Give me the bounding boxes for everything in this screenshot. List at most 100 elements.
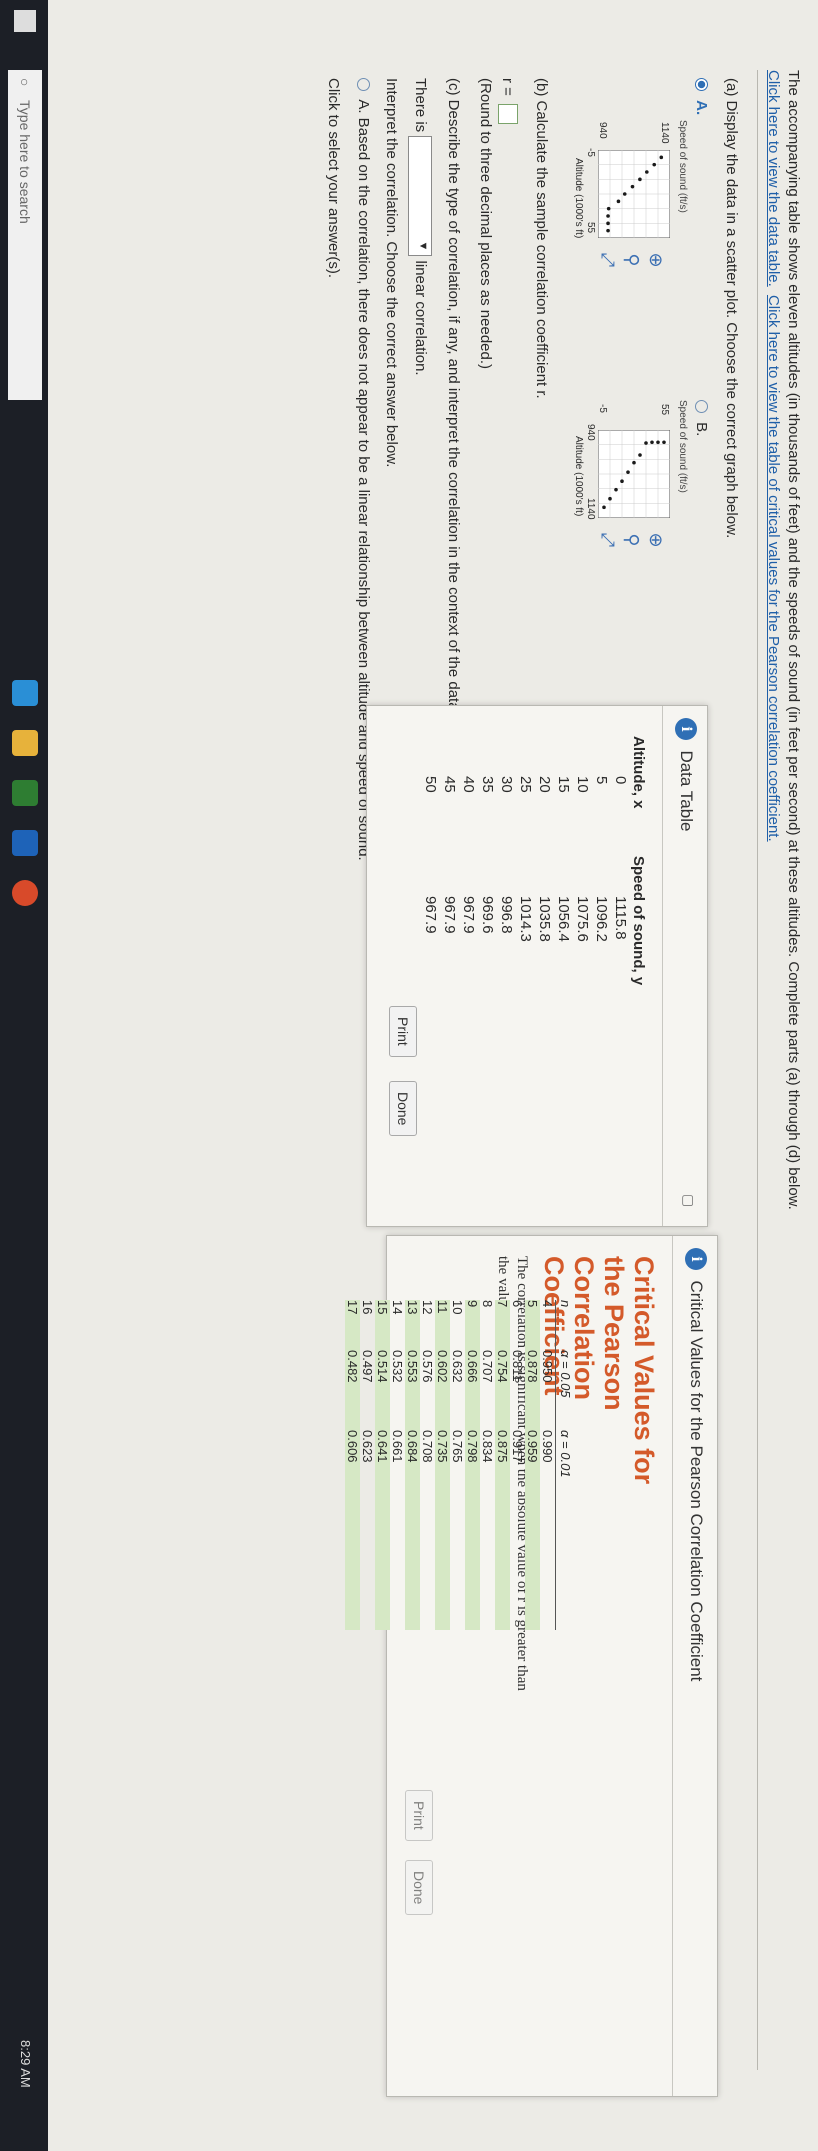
crit-cell-a05: 0.514 (375, 1350, 390, 1383)
crit-row: 14 0.532 0.661 (390, 1300, 405, 1630)
expand-icon[interactable]: ⤢ (596, 528, 620, 552)
scatter-plot-a (598, 150, 670, 238)
crit-row: 6 0.811 0.917 (510, 1300, 525, 1630)
crit-cell-n: 6 (510, 1300, 525, 1308)
option-a-radio[interactable] (695, 78, 708, 91)
crit-print-button[interactable]: Print (405, 1790, 433, 1841)
crit-row: 4 0.950 0.990 (540, 1300, 555, 1630)
crit-row: 9 0.666 0.798 (465, 1300, 480, 1630)
app-icon-chrome[interactable] (12, 880, 38, 906)
app-icon-excel[interactable] (12, 780, 38, 806)
plot-a-tools: ⊕ ⚲ ⤢ (596, 248, 668, 272)
crit-row: 15 0.514 0.641 (375, 1300, 390, 1630)
app-icon-edge[interactable] (12, 680, 38, 706)
clock: 8:29 AM (18, 2040, 33, 2088)
option-b-choice[interactable]: B. (693, 400, 710, 436)
data-row: 30 996.8 (497, 736, 516, 1026)
plot-b-xlabel: Altitude (1000's ft) (573, 436, 584, 517)
scatter-point (650, 440, 654, 445)
option-a-choice[interactable]: A. (693, 78, 710, 115)
done-button[interactable]: Done (389, 1081, 417, 1137)
data-row: 45 967.9 (440, 736, 459, 1026)
crit-cell-a05: 0.811 (510, 1350, 525, 1382)
speed-cell: 969.6 (479, 896, 496, 934)
info-icon: i (675, 718, 697, 740)
crit-row: 11 0.602 0.735 (435, 1300, 450, 1630)
rotated-view: The accompanying table shows eleven alti… (0, 0, 818, 2151)
crit-cell-n: 9 (465, 1300, 480, 1308)
crit-cell-a05: 0.482 (345, 1350, 360, 1383)
part-c-question: (c) Describe the type of correlation, if… (445, 78, 462, 715)
crit-cell-a01: 0.990 (540, 1430, 555, 1463)
screen: The accompanying table shows eleven alti… (0, 0, 818, 2151)
scatter-point (644, 441, 648, 445)
interpret-prompt: Interpret the correlation. Choose the co… (383, 78, 400, 468)
r-input[interactable] (498, 104, 518, 125)
plot-a-xlabel: Altitude (1000's ft) (573, 158, 584, 239)
part-b-question: (b) Calculate the sample correlation coe… (533, 78, 550, 399)
data-row: 20 1035.8 (535, 736, 554, 1026)
speed-cell: 967.9 (422, 896, 439, 934)
crit-cell-a01: 0.917 (510, 1430, 525, 1463)
app-icon-folder[interactable] (12, 730, 38, 756)
linear-correlation-label: linear correlation. (412, 260, 430, 376)
scatter-point (638, 453, 642, 457)
close-icon[interactable]: ▢ (680, 1194, 697, 1207)
intro-links: Click here to view the data table. Click… (765, 70, 782, 842)
data-table-link[interactable]: Click here to view the data table. (765, 70, 782, 287)
speed-cell: 1056.4 (555, 896, 572, 942)
part-a-question: (a) Display the data in a scatter plot. … (723, 78, 740, 539)
zoom-out-icon[interactable]: ⚲ (620, 248, 644, 272)
speed-cell: 1115.8 (612, 896, 629, 940)
col-y-header: Speed of sound, y (630, 856, 647, 986)
plot-a-xleft: -5 (585, 148, 596, 157)
data-table-dialog: i Data Table Altitude, x Speed of sound,… (366, 705, 708, 1227)
zoom-in-icon[interactable]: ⊕ (644, 248, 668, 272)
scatter-point (645, 170, 649, 174)
crit-cell-a01: 0.641 (375, 1430, 390, 1463)
altitude-cell: 5 (593, 776, 610, 785)
option-b-radio[interactable] (695, 400, 708, 413)
print-button[interactable]: Print (389, 1006, 417, 1057)
interpret-a-radio[interactable] (357, 78, 370, 91)
crit-cell-a01: 0.684 (405, 1430, 420, 1463)
crit-rows: 4 0.950 0.990 5 0.878 0.959 6 0.811 0.917 7 0.754 0… (345, 1300, 555, 1630)
col-x-header: Altitude, x (630, 736, 647, 809)
start-icon[interactable] (14, 10, 36, 32)
critical-values-link[interactable]: Click here to view the table of critical… (765, 295, 782, 842)
data-row: 25 1014.3 (516, 736, 535, 1026)
crit-cell-n: 15 (375, 1300, 390, 1315)
scatter-point (622, 192, 627, 196)
crit-cell-a01: 0.959 (525, 1430, 540, 1463)
zoom-in-icon[interactable]: ⊕ (644, 528, 668, 552)
r-label: r = (499, 78, 516, 96)
altitude-cell: 50 (422, 776, 439, 793)
scatter-point (662, 440, 666, 445)
crit-row: 17 0.482 0.606 (345, 1300, 360, 1630)
scatter-point (630, 184, 635, 189)
crit-done-button[interactable]: Done (405, 1860, 433, 1916)
scatter-point (616, 199, 621, 204)
crit-cell-a05: 0.950 (540, 1350, 555, 1383)
crit-row: 8 0.707 0.834 (480, 1300, 495, 1630)
data-row: 10 1075.6 (573, 736, 592, 1026)
speed-cell: 1014.3 (517, 896, 534, 942)
plot-b-xleft: 940 (585, 424, 596, 441)
intro-text: The accompanying table shows eleven alti… (785, 70, 802, 1210)
expand-icon[interactable]: ⤢ (596, 248, 620, 272)
app-icon-word[interactable] (12, 830, 38, 856)
crit-row: 13 0.553 0.684 (405, 1300, 420, 1630)
correlation-dropdown[interactable]: ▼ (408, 136, 432, 257)
scatter-point (626, 470, 630, 474)
r-row: r = (498, 78, 518, 125)
speed-cell: 967.9 (460, 896, 477, 934)
crit-cell-n: 14 (390, 1300, 405, 1315)
data-row: 15 1056.4 (554, 736, 573, 1026)
altitude-cell: 35 (479, 776, 496, 793)
data-row: 35 969.6 (478, 736, 497, 1026)
scatter-point (602, 505, 606, 510)
zoom-out-icon[interactable]: ⚲ (620, 528, 644, 552)
search-box[interactable]: ○ Type here to search (8, 70, 42, 400)
altitude-cell: 45 (441, 776, 458, 793)
chevron-down-icon: ▼ (417, 240, 429, 252)
